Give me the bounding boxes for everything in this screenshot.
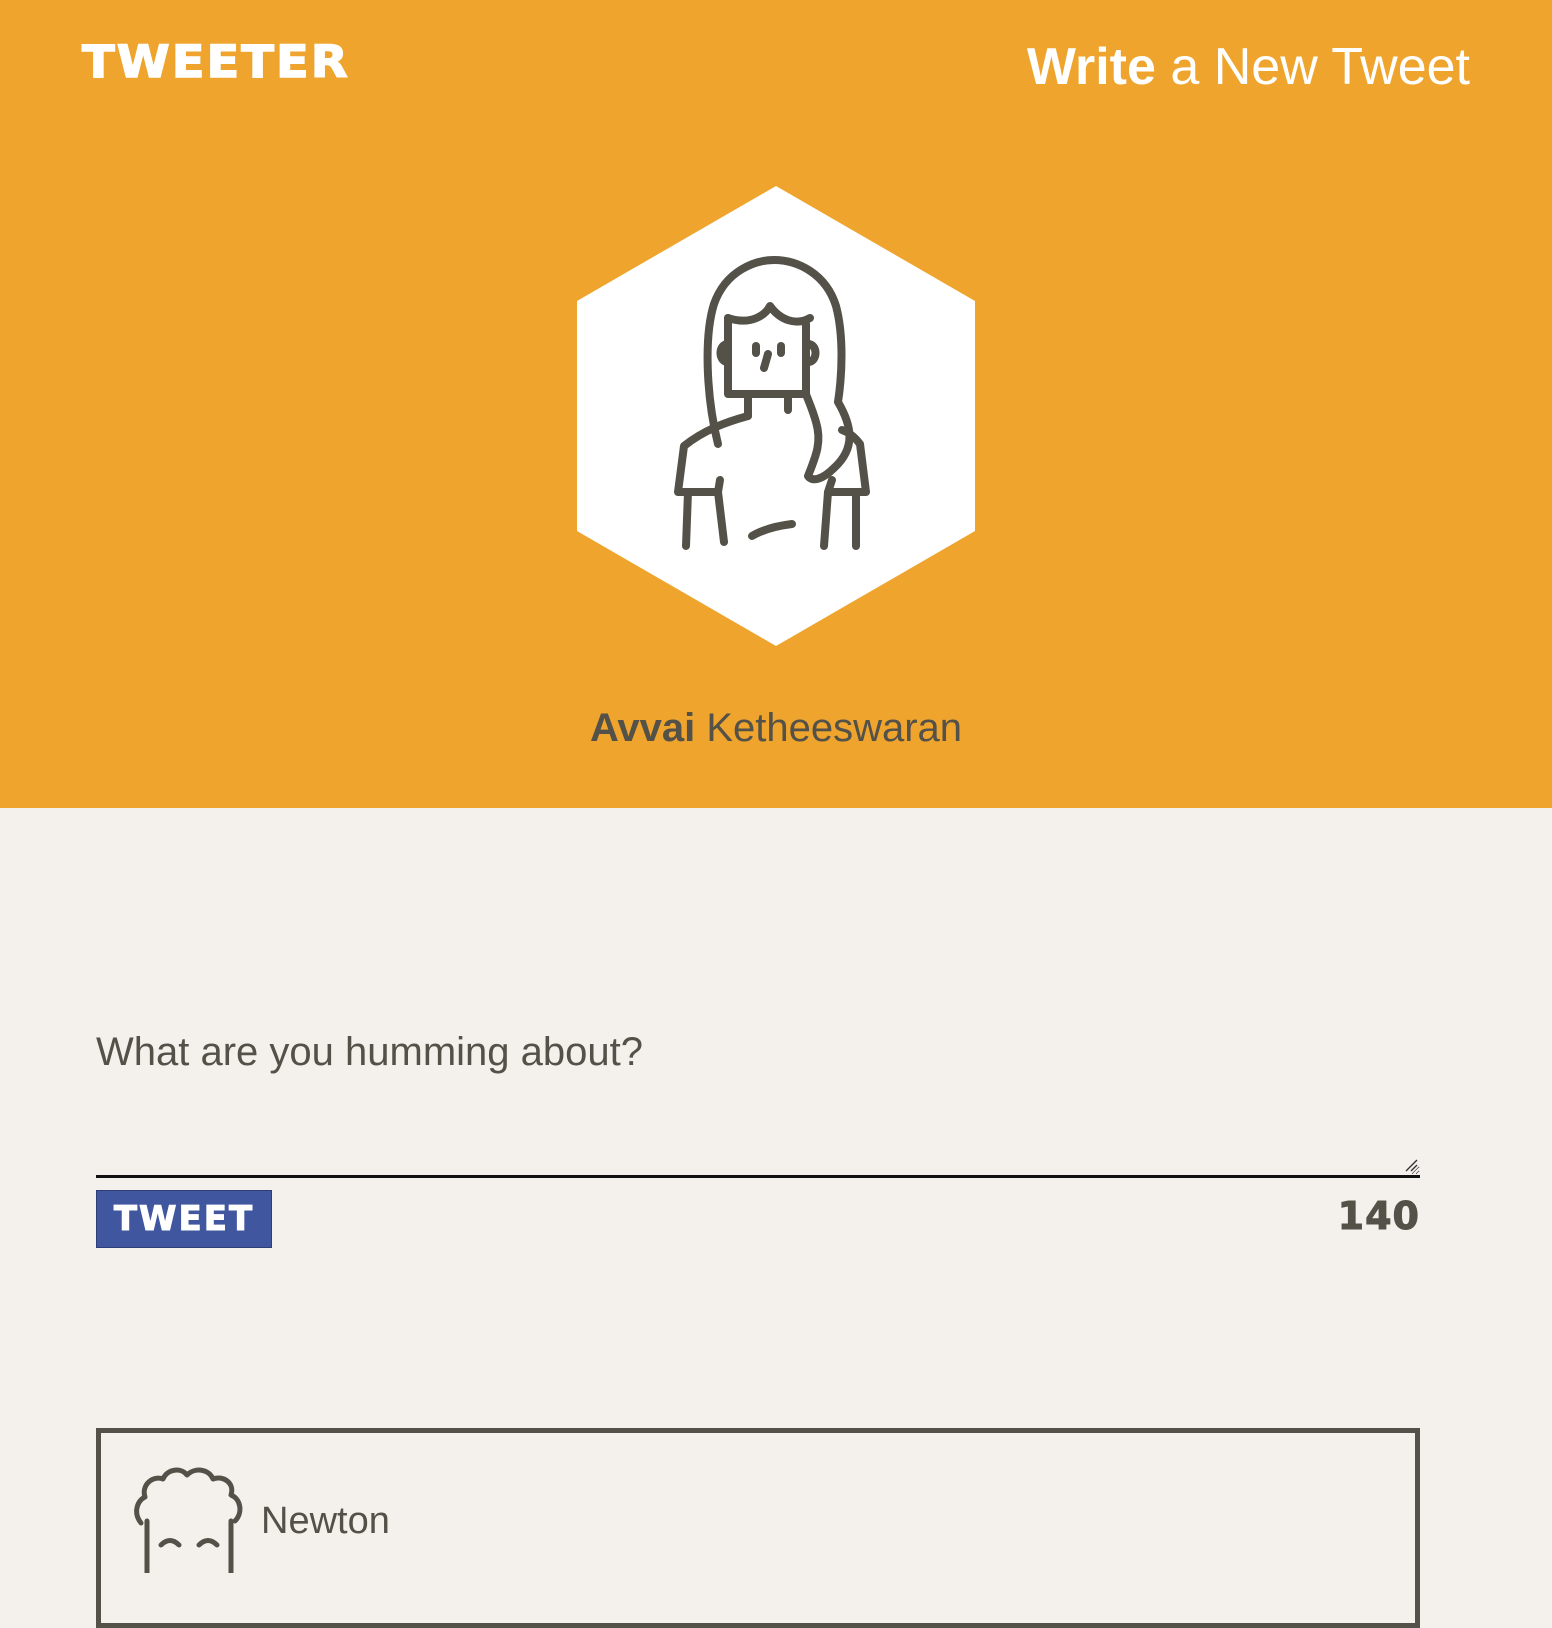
profile-first-name: Avvai: [589, 706, 696, 750]
write-new-tweet-toggle[interactable]: Write a New Tweet: [1027, 36, 1470, 98]
resize-grip-icon[interactable]: [1404, 1158, 1418, 1172]
tweet-text-input[interactable]: [96, 1010, 1420, 1178]
page-header: TWEETER Write a New Tweet Avvai Ketheesw…: [0, 0, 1552, 808]
tweet-author-name: Newton: [261, 1500, 390, 1542]
avatar-hexagon-frame: [577, 186, 975, 646]
character-counter: 140: [1337, 1194, 1420, 1239]
compose-toggle-strong: Write: [1026, 38, 1156, 96]
compose-toggle-light: a New Tweet: [1170, 38, 1470, 96]
tweet-submit-button[interactable]: TWEET: [96, 1190, 272, 1248]
profile-last-name: Ketheeswaran: [706, 706, 963, 750]
brand-logo: TWEETER: [81, 36, 350, 89]
profile-avatar: [577, 186, 975, 646]
curly-hair-avatar-icon: [134, 1467, 243, 1573]
compose-tweet-form: TWEET 140: [96, 1010, 1420, 1248]
tweet-card: Newton: [96, 1428, 1420, 1628]
profile-name: Avvai Ketheeswaran: [0, 702, 1552, 754]
